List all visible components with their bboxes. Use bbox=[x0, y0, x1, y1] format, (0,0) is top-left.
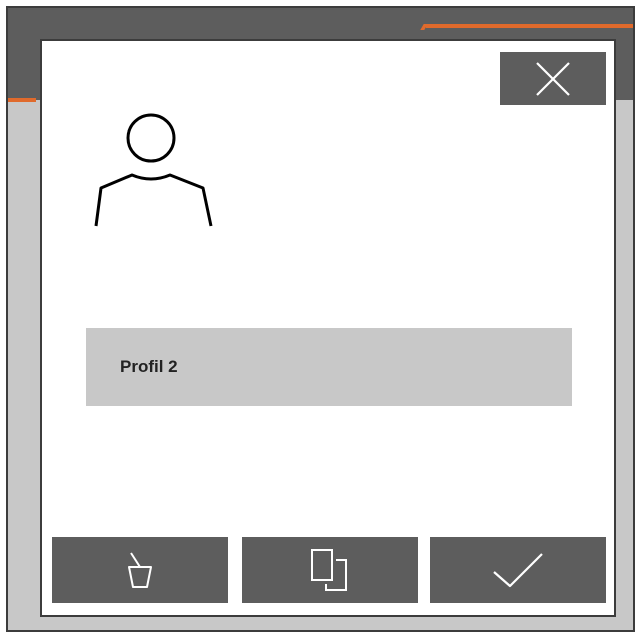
accent-line-top-right bbox=[426, 24, 633, 28]
app-frame: Profil 2 bbox=[6, 6, 635, 632]
accent-line-left bbox=[8, 98, 36, 102]
close-button[interactable] bbox=[500, 52, 606, 105]
checkmark-icon bbox=[493, 553, 543, 588]
profile-name-field[interactable]: Profil 2 bbox=[86, 328, 572, 406]
copy-icon bbox=[311, 549, 347, 591]
user-icon bbox=[92, 111, 222, 236]
profile-name-value: Profil 2 bbox=[120, 357, 178, 376]
confirm-button[interactable] bbox=[430, 537, 606, 603]
close-icon bbox=[536, 61, 570, 96]
delete-button[interactable] bbox=[52, 537, 228, 603]
profile-dialog: Profil 2 bbox=[40, 39, 616, 617]
trash-icon bbox=[128, 552, 152, 588]
copy-button[interactable] bbox=[242, 537, 418, 603]
